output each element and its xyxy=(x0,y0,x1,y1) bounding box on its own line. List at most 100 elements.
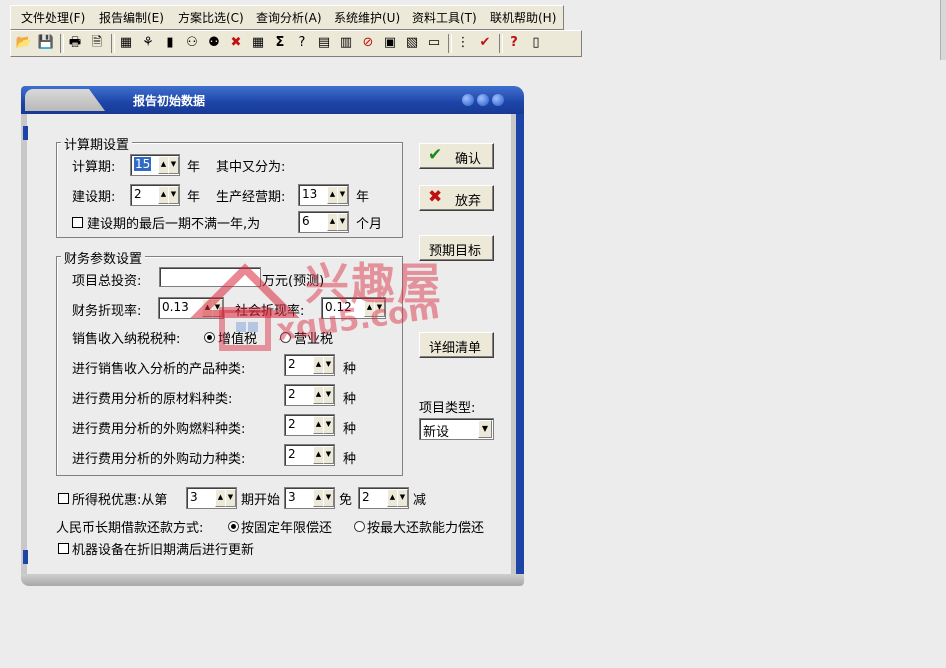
soc-rate-label: 社会折现率: xyxy=(235,304,305,319)
calculator-icon[interactable]: ▮ xyxy=(161,34,179,52)
formula-icon[interactable]: ? xyxy=(293,34,311,52)
spin-down-icon[interactable]: ▼ xyxy=(323,446,334,464)
project-type-value: 新设 xyxy=(423,425,450,440)
menu-compare[interactable]: 方案比选(C) xyxy=(178,9,244,26)
investment-input[interactable] xyxy=(159,267,261,287)
year-unit: 年 xyxy=(356,190,370,205)
menu-help[interactable]: 联机帮助(H) xyxy=(490,9,556,26)
menu-tools[interactable]: 资料工具(T) xyxy=(412,9,477,26)
kind-unit: 种 xyxy=(343,452,357,467)
spin-down-icon[interactable]: ▼ xyxy=(374,299,385,317)
tax-preference-checkbox[interactable] xyxy=(58,493,69,504)
table-icon[interactable]: ▦ xyxy=(249,34,267,52)
tax-exempt-stepper[interactable]: 3 ▲ ▼ xyxy=(284,487,335,509)
spin-down-icon[interactable]: ▼ xyxy=(323,386,334,404)
print-icon[interactable]: 🖶 xyxy=(66,34,84,52)
spin-down-icon[interactable]: ▼ xyxy=(225,489,236,507)
tax-start-value: 3 xyxy=(190,490,198,504)
menu-system[interactable]: 系统维护(U) xyxy=(334,9,400,26)
financial-params-legend: 财务参数设置 xyxy=(61,248,146,267)
menu-file[interactable]: 文件处理(F) xyxy=(21,9,85,26)
spin-down-icon[interactable]: ▼ xyxy=(337,186,348,204)
loan-max-radio[interactable] xyxy=(354,521,365,532)
construction-stepper[interactable]: 2 ▲ ▼ xyxy=(130,184,180,206)
spin-down-icon[interactable]: ▼ xyxy=(337,213,348,231)
spin-down-icon[interactable]: ▼ xyxy=(323,416,334,434)
menu-query[interactable]: 查询分析(A) xyxy=(256,9,322,26)
year-unit: 年 xyxy=(187,190,201,205)
spin-down-icon[interactable]: ▼ xyxy=(323,356,334,374)
fuel-types-stepper[interactable]: 2 ▲ ▼ xyxy=(284,414,335,436)
soc-rate-stepper[interactable]: 0.12 ▲ ▼ xyxy=(321,297,386,319)
report-icon[interactable]: ▣ xyxy=(381,34,399,52)
partial-year-label: 建设期的最后一期不满一年,为 xyxy=(87,217,261,232)
toolbar-separator xyxy=(499,34,503,53)
spin-down-icon[interactable]: ▼ xyxy=(168,156,179,174)
sum-icon[interactable]: Σ xyxy=(271,34,289,52)
exit-icon[interactable]: ▯ xyxy=(527,34,545,52)
window-icon[interactable]: ▭ xyxy=(425,34,443,52)
spin-down-icon[interactable]: ▼ xyxy=(397,489,408,507)
left-rail xyxy=(21,114,28,580)
dialog-bottom-bar xyxy=(21,574,524,586)
partial-year-checkbox[interactable] xyxy=(72,217,83,228)
calc-icon[interactable]: ▤ xyxy=(315,34,333,52)
material-types-value: 2 xyxy=(288,387,296,401)
tree-icon[interactable]: ⚘ xyxy=(139,34,157,52)
calc-period-stepper[interactable]: 15 ▲ ▼ xyxy=(130,154,180,176)
list-icon[interactable]: ⋮ xyxy=(454,34,472,52)
product-types-stepper[interactable]: 2 ▲ ▼ xyxy=(284,354,335,376)
toolbar-separator xyxy=(60,34,64,53)
target-button[interactable]: 预期目标 xyxy=(419,235,494,261)
dialog-titlebar[interactable]: 报告初始数据 xyxy=(21,86,524,114)
rail-mark xyxy=(23,550,28,564)
project-type-label: 项目类型: xyxy=(419,401,476,416)
fin-rate-stepper[interactable]: 0.13 ▲ ▼ xyxy=(158,297,224,319)
power-types-stepper[interactable]: 2 ▲ ▼ xyxy=(284,444,335,466)
bar-chart-icon[interactable]: ▥ xyxy=(337,34,355,52)
loan-fixed-radio[interactable] xyxy=(228,521,239,532)
tax-business-label: 营业税 xyxy=(294,332,334,347)
dropdown-arrow-icon[interactable]: ▼ xyxy=(478,420,492,438)
project-type-select[interactable]: 新设 ▼ xyxy=(419,418,494,440)
page-icon[interactable]: 🗎 xyxy=(88,34,106,52)
menu-report[interactable]: 报告编制(E) xyxy=(99,9,164,26)
notes-icon[interactable]: ▧ xyxy=(403,34,421,52)
save-icon[interactable]: 💾 xyxy=(37,34,55,52)
tax-type-label: 销售收入纳税税种: xyxy=(72,332,181,347)
tax-business-radio[interactable] xyxy=(280,332,291,343)
tax-reduce-stepper[interactable]: 2 ▲ ▼ xyxy=(358,487,409,509)
delete-icon[interactable]: ✖ xyxy=(227,34,245,52)
spin-down-icon[interactable]: ▼ xyxy=(323,489,334,507)
tax-start-stepper[interactable]: 3 ▲ ▼ xyxy=(186,487,237,509)
calc-period-label: 计算期: xyxy=(72,160,116,175)
detail-list-button[interactable]: 详细清单 xyxy=(419,332,494,358)
minimize-dot-icon[interactable] xyxy=(462,94,474,106)
equipment-renew-label: 机器设备在折旧期满后进行更新 xyxy=(72,543,255,558)
open-folder-icon[interactable]: 📂 xyxy=(15,34,33,52)
tax-vat-radio[interactable] xyxy=(204,332,215,343)
cancel-button[interactable]: ✖ 放弃 xyxy=(419,185,494,211)
people-icon[interactable]: ⚉ xyxy=(205,34,223,52)
chart-icon[interactable]: ▦ xyxy=(117,34,135,52)
maximize-dot-icon[interactable] xyxy=(477,94,489,106)
tax-start-suffix: 期开始 xyxy=(241,493,281,508)
kind-unit: 种 xyxy=(343,392,357,407)
power-types-value: 2 xyxy=(288,447,296,461)
material-types-stepper[interactable]: 2 ▲ ▼ xyxy=(284,384,335,406)
material-types-label: 进行费用分析的原材料种类: xyxy=(72,392,233,407)
partial-months-stepper[interactable]: 6 ▲ ▼ xyxy=(298,211,349,233)
confirm-button[interactable]: ✔ 确认 xyxy=(419,143,494,169)
right-rail xyxy=(511,114,524,580)
check-icon[interactable]: ✔ xyxy=(476,34,494,52)
stop-icon[interactable]: ⊘ xyxy=(359,34,377,52)
close-dot-icon[interactable] xyxy=(492,94,504,106)
spin-down-icon[interactable]: ▼ xyxy=(168,186,179,204)
users-icon[interactable]: ⚇ xyxy=(183,34,201,52)
operation-stepper[interactable]: 13 ▲ ▼ xyxy=(298,184,349,206)
help-icon[interactable]: ? xyxy=(505,34,523,52)
operation-label: 生产经营期: xyxy=(216,190,286,205)
tax-preference-label: 所得税优惠:从第 xyxy=(72,493,168,508)
spin-down-icon[interactable]: ▼ xyxy=(212,299,223,317)
equipment-renew-checkbox[interactable] xyxy=(58,543,69,554)
